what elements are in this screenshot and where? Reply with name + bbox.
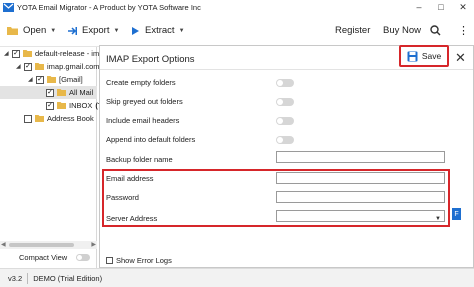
chevron-down-icon: ▼ [113,27,120,34]
save-disk-icon [407,51,418,61]
show-error-logs-checkbox[interactable] [106,257,113,264]
extract-icon [130,26,141,36]
compact-view-label: Compact View [19,253,68,262]
scrollbar-thumb[interactable] [9,243,74,247]
folder-icon [35,115,44,122]
email-address-input[interactable] [276,172,445,184]
export-icon [67,26,78,36]
imap-export-options-dialog: IMAP Export Options Save ✕ Create empty … [99,45,474,268]
save-label: Save [421,51,442,61]
version-label: v3.2 [8,273,23,283]
tree-checkbox[interactable]: ✓ [12,49,20,58]
side-action-button[interactable]: F [452,208,461,220]
folder-icon [47,76,56,83]
save-highlight: Save [399,45,449,67]
option-create-empty-folders-label: Create empty folders [106,78,176,87]
horizontal-scrollbar[interactable]: ◀ ▶ [0,241,97,249]
collapse-arrow-icon[interactable]: ◢ [28,76,34,83]
extract-menu-button[interactable]: Extract ▼ [130,14,185,47]
status-divider [27,272,29,284]
tree-item-label: All Mail [69,88,94,97]
tree-item-gmail[interactable]: ◢ ✓ [Gmail] [28,73,83,86]
tree-item-all-mail[interactable]: ✓ All Mail [0,86,97,99]
chevron-down-icon: ▼ [178,27,185,34]
tree-item-label: imap.gmail.com [47,62,100,71]
register-button[interactable]: Register [335,14,370,47]
chevron-down-icon[interactable]: ▼ [435,214,441,224]
tree-checkbox[interactable]: ✓ [36,75,44,84]
folder-tree-panel: ◢ ✓ default-release - im ◢ ✓ imap.gmail.… [0,47,109,268]
tree-checkbox[interactable]: ✓ [24,62,32,71]
backup-folder-input[interactable] [276,151,445,163]
show-error-logs-label: Show Error Logs [116,256,172,265]
export-label: Export [82,25,110,36]
show-error-logs-control[interactable]: Show Error Logs [106,256,172,265]
tree-item-label: Address Book [47,114,94,123]
folder-icon [23,50,32,57]
backup-folder-label: Backup folder name [106,155,173,164]
extract-label: Extract [145,25,175,36]
option-skip-greyed-label: Skip greyed out folders [106,97,183,106]
status-bar: v3.2 DEMO (Trial Edition) [0,268,474,287]
tree-item-label: INBOX [69,101,93,110]
server-address-label: Server Address [106,214,158,223]
open-label: Open [23,25,47,36]
skip-greyed-folders-toggle[interactable] [276,98,294,106]
server-address-select[interactable]: ▼ [276,210,445,222]
folder-open-icon [7,26,19,36]
app-logo-icon [3,2,14,12]
email-address-label: Email address [106,174,154,183]
password-label: Password [106,193,139,202]
buy-now-button[interactable]: Buy Now [383,14,421,47]
collapse-arrow-icon[interactable]: ◢ [16,63,22,70]
search-button[interactable] [430,14,441,47]
folder-icon [57,89,66,96]
include-email-headers-toggle[interactable] [276,117,294,125]
tree-item-default-release[interactable]: ◢ ✓ default-release - im [4,47,99,60]
folder-icon [57,102,66,109]
search-icon [430,25,441,36]
scroll-left-icon[interactable]: ◀ [1,241,6,248]
scroll-right-icon[interactable]: ▶ [91,241,96,248]
more-menu-button[interactable]: ⋮ [458,14,469,47]
dialog-title: IMAP Export Options [106,54,195,65]
collapse-arrow-icon[interactable]: ◢ [4,50,10,57]
export-menu-button[interactable]: Export ▼ [67,14,119,47]
tree-checkbox[interactable]: ✓ [46,88,54,97]
append-default-folders-toggle[interactable] [276,136,294,144]
tree-checkbox[interactable] [24,114,32,123]
tree-item-address-book[interactable]: Address Book [24,112,94,125]
title-bar: YOTA Email Migrator - A Product by YOTA … [0,0,474,14]
option-include-headers-label: Include email headers [106,116,180,125]
compact-view-control: Compact View [19,253,91,262]
minimize-button[interactable]: – [408,0,430,14]
open-menu-button[interactable]: Open ▼ [7,14,56,47]
edition-label: DEMO (Trial Edition) [33,273,103,283]
toolbar: Open ▼ Export ▼ Extract ▼ Register Buy N… [0,14,474,47]
save-button[interactable]: Save [407,51,441,62]
window-close-button[interactable]: ✕ [452,0,474,14]
password-input[interactable] [276,191,445,203]
compact-view-toggle[interactable] [76,254,91,261]
tree-item-label: default-release - im [35,49,100,58]
create-empty-folders-toggle[interactable] [276,79,294,87]
option-append-default-label: Append into default folders [106,135,196,144]
close-icon[interactable]: ✕ [455,50,466,66]
maximize-button[interactable]: □ [430,0,452,14]
window-title: YOTA Email Migrator - A Product by YOTA … [17,2,201,12]
tree-checkbox[interactable]: ✓ [46,101,54,110]
chevron-down-icon: ▼ [50,27,57,34]
folder-icon [35,63,44,70]
tree-item-label: [Gmail] [59,75,83,84]
dialog-divider [100,69,473,70]
tree-item-imap-gmail[interactable]: ◢ ✓ imap.gmail.com [16,60,100,73]
